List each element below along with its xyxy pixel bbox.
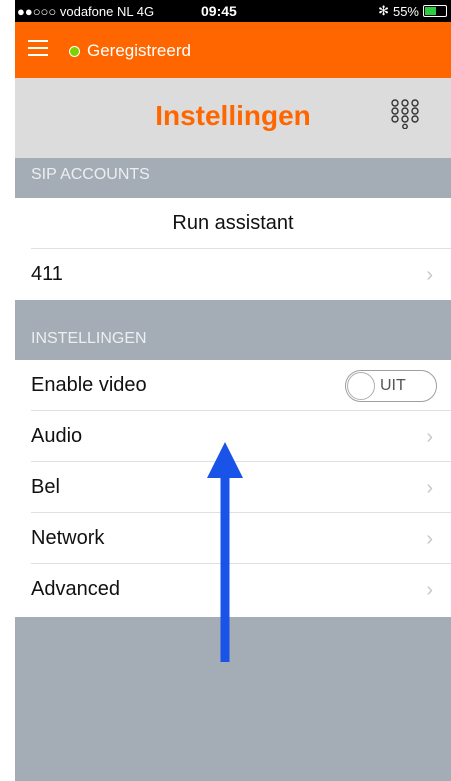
title-bar: Instellingen (15, 78, 451, 158)
clock: 09:45 (201, 3, 237, 19)
section-title: INSTELLINGEN (31, 330, 147, 347)
toggle-state: UIT (380, 377, 406, 394)
top-app-bar: Geregistreerd (15, 22, 451, 78)
toggle-knob (347, 372, 375, 400)
audio-label: Audio (31, 425, 83, 447)
up-arrow-annotation (207, 442, 243, 662)
run-assistant-label: Run assistant (172, 212, 294, 234)
page-title: Instellingen (155, 100, 311, 131)
battery-icon (423, 5, 447, 17)
advanced-label: Advanced (31, 578, 120, 600)
network-label: Network (31, 527, 105, 549)
enable-video-toggle[interactable]: UIT (345, 370, 437, 402)
sip-account-row[interactable]: 411 › (15, 249, 451, 300)
hamburger-menu-icon[interactable] (28, 40, 48, 58)
registration-status-dot (69, 46, 80, 57)
bel-label: Bel (31, 476, 60, 498)
status-right: ✻ 55% (378, 3, 447, 19)
section-title: SIP ACCOUNTS (31, 166, 150, 183)
app-screen: ●●○○○ vodafone NL 4G 09:45 ✻ 55% Geregis… (15, 0, 451, 781)
chevron-right-icon: › (426, 264, 433, 286)
dialpad-icon[interactable] (390, 99, 420, 129)
enable-video-row: Enable video UIT (15, 360, 451, 411)
run-assistant-button[interactable]: Run assistant (15, 198, 451, 249)
chevron-right-icon: › (426, 477, 433, 499)
registration-status: Geregistreerd (87, 41, 191, 60)
section-sip-accounts: SIP ACCOUNTS (15, 158, 451, 198)
status-bar: ●●○○○ vodafone NL 4G 09:45 ✻ 55% (15, 0, 451, 22)
enable-video-label: Enable video (31, 374, 147, 396)
bluetooth-icon: ✻ (378, 3, 389, 18)
carrier-signal: ●●○○○ vodafone NL 4G (17, 4, 155, 19)
chevron-right-icon: › (426, 426, 433, 448)
sip-account-label: 411 (31, 263, 63, 285)
section-instellingen: INSTELLINGEN (15, 300, 451, 360)
battery-percentage: 55% (392, 3, 419, 19)
chevron-right-icon: › (426, 579, 433, 601)
chevron-right-icon: › (426, 528, 433, 550)
